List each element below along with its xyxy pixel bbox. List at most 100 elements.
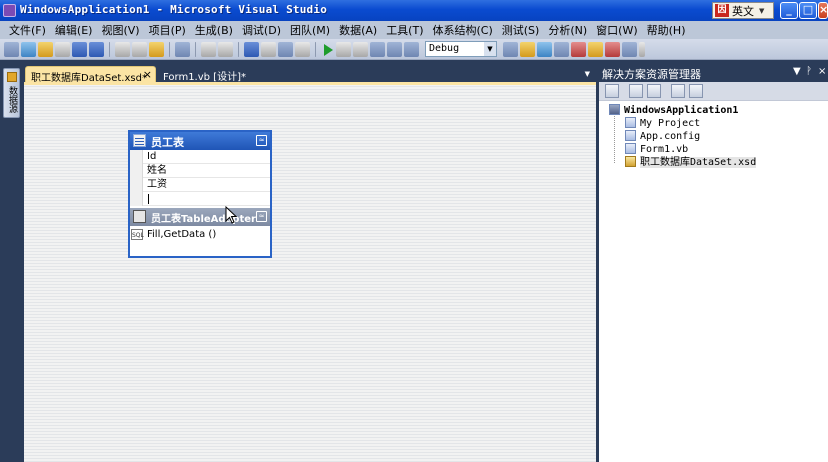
undo-icon[interactable] bbox=[244, 41, 259, 57]
toolbox-icon[interactable] bbox=[571, 41, 586, 57]
dataset-designer-surface[interactable]: 员工表 ≈ Id 姓名 工资 员工表TableAdapter ≈ SQL Fil… bbox=[24, 82, 596, 462]
vb-project-icon bbox=[609, 104, 620, 115]
solution-configuration-select[interactable]: Debug ▼ bbox=[425, 41, 497, 57]
close-tab-icon[interactable]: × bbox=[143, 68, 152, 81]
add-new-item-icon[interactable] bbox=[55, 41, 70, 57]
tree-item-dataset-xsd[interactable]: 职工数据库DataSet.xsd bbox=[625, 156, 757, 169]
open-file-icon[interactable] bbox=[38, 41, 53, 57]
step-over-icon[interactable] bbox=[387, 41, 402, 57]
document-area: 职工数据库DataSet.xsd* × Form1.vb [设计]* ▼ 员工表… bbox=[24, 64, 596, 462]
tableadapter-header[interactable]: 员工表TableAdapter ≈ bbox=[130, 208, 270, 226]
object-browser-icon[interactable] bbox=[554, 41, 569, 57]
menu-tools[interactable]: 工具(T) bbox=[383, 22, 429, 38]
close-button[interactable]: × bbox=[818, 2, 828, 19]
datatable-columns: Id 姓名 工资 bbox=[130, 150, 270, 208]
query-methods: Fill,GetData () bbox=[147, 229, 217, 240]
tab-dataset-xsd[interactable]: 职工数据库DataSet.xsd* × bbox=[25, 66, 156, 84]
copy-icon[interactable] bbox=[132, 41, 147, 57]
maximize-button[interactable]: □ bbox=[799, 2, 817, 19]
menu-help[interactable]: 帮助(H) bbox=[644, 22, 692, 38]
mouse-pointer-icon bbox=[225, 206, 237, 224]
datatable-card[interactable]: 员工表 ≈ Id 姓名 工资 员工表TableAdapter ≈ SQL Fil… bbox=[128, 130, 272, 258]
active-files-dropdown-icon[interactable]: ▼ bbox=[585, 70, 590, 78]
properties-icon[interactable] bbox=[605, 84, 619, 98]
refresh-icon[interactable] bbox=[647, 84, 661, 98]
toolbar-options-icon[interactable] bbox=[639, 41, 645, 57]
tree-item-form1[interactable]: Form1.vb bbox=[625, 143, 688, 156]
window-position-dropdown-icon[interactable]: ▼ bbox=[793, 66, 801, 77]
menu-analyze[interactable]: 分析(N) bbox=[545, 22, 593, 38]
save-all-icon[interactable] bbox=[89, 41, 104, 57]
datatable-header[interactable]: 员工表 ≈ bbox=[130, 132, 270, 150]
standard-toolbar: Debug ▼ bbox=[0, 39, 828, 60]
menu-view[interactable]: 视图(V) bbox=[98, 22, 145, 38]
left-dock-strip: 数据源 bbox=[0, 64, 23, 462]
datatable-name: 员工表 bbox=[151, 136, 184, 149]
document-tab-strip: 职工数据库DataSet.xsd* × Form1.vb [设计]* ▼ bbox=[24, 64, 596, 84]
menu-build[interactable]: 生成(B) bbox=[192, 22, 239, 38]
chevron-down-icon[interactable]: ▼ bbox=[484, 42, 496, 56]
solution-explorer-toolbar bbox=[599, 82, 828, 101]
server-explorer-icon[interactable] bbox=[588, 41, 603, 57]
toolbar-separator bbox=[315, 41, 316, 57]
tree-item-app-config[interactable]: App.config bbox=[625, 130, 700, 143]
project-node[interactable]: WindowsApplication1 bbox=[609, 104, 738, 117]
menu-project[interactable]: 项目(P) bbox=[146, 22, 192, 38]
ime-indicator[interactable]: 因 英文 ▼ bbox=[712, 2, 774, 19]
minimize-button[interactable]: _ bbox=[780, 2, 798, 19]
column-row[interactable]: 姓名 bbox=[130, 164, 270, 178]
tree-item-my-project[interactable]: My Project bbox=[625, 117, 700, 130]
toolbar-separator bbox=[109, 41, 110, 57]
start-debugging-icon[interactable] bbox=[321, 42, 334, 57]
redo-icon[interactable] bbox=[261, 41, 276, 57]
data-sources-label: 数据源 bbox=[7, 86, 17, 113]
solution-explorer-icon[interactable] bbox=[520, 41, 535, 57]
menu-data[interactable]: 数据(A) bbox=[336, 22, 383, 38]
row-selector bbox=[130, 150, 143, 164]
uncomment-icon[interactable] bbox=[218, 41, 233, 57]
dataset-file-icon bbox=[625, 156, 636, 167]
cut-icon[interactable] bbox=[115, 41, 130, 57]
save-icon[interactable] bbox=[72, 41, 87, 57]
pause-icon[interactable] bbox=[336, 41, 351, 57]
ime-dropdown-icon[interactable]: ▼ bbox=[759, 7, 764, 15]
tree-connector bbox=[614, 116, 615, 163]
properties-window-icon[interactable] bbox=[537, 41, 552, 57]
find-icon[interactable] bbox=[175, 41, 190, 57]
menu-window[interactable]: 窗口(W) bbox=[593, 22, 643, 38]
menu-file[interactable]: 文件(F) bbox=[6, 22, 52, 38]
view-code-icon[interactable] bbox=[671, 84, 685, 98]
show-all-files-icon[interactable] bbox=[629, 84, 643, 98]
view-designer-icon[interactable] bbox=[689, 84, 703, 98]
menu-team[interactable]: 团队(M) bbox=[287, 22, 336, 38]
stop-icon[interactable] bbox=[353, 41, 368, 57]
step-out-icon[interactable] bbox=[404, 41, 419, 57]
tab-form1-designer[interactable]: Form1.vb [设计]* bbox=[158, 66, 252, 83]
navigate-forward-icon[interactable] bbox=[295, 41, 310, 57]
menu-test[interactable]: 测试(S) bbox=[499, 22, 546, 38]
window-title: WindowsApplication1 - Microsoft Visual S… bbox=[20, 3, 328, 16]
configuration-value: Debug bbox=[429, 43, 460, 54]
datatable-icon bbox=[133, 134, 146, 147]
add-item-icon[interactable] bbox=[21, 41, 36, 57]
menu-edit[interactable]: 编辑(E) bbox=[52, 22, 99, 38]
navigate-backward-icon[interactable] bbox=[278, 41, 293, 57]
column-row[interactable]: Id bbox=[130, 150, 270, 164]
tableadapter-query[interactable]: SQL Fill,GetData () bbox=[130, 228, 270, 242]
collapse-icon[interactable]: ≈ bbox=[256, 211, 267, 222]
step-into-icon[interactable] bbox=[370, 41, 385, 57]
close-panel-icon[interactable]: × bbox=[818, 66, 826, 77]
column-row[interactable]: 工资 bbox=[130, 178, 270, 192]
pin-icon[interactable]: ᚹ bbox=[806, 66, 812, 77]
collapse-icon[interactable]: ≈ bbox=[256, 135, 267, 146]
start-page-icon[interactable] bbox=[622, 41, 637, 57]
extension-manager-icon[interactable] bbox=[605, 41, 620, 57]
new-column-input[interactable] bbox=[130, 192, 270, 206]
find-in-files-icon[interactable] bbox=[503, 41, 518, 57]
paste-icon[interactable] bbox=[149, 41, 164, 57]
menu-debug[interactable]: 调试(D) bbox=[239, 22, 287, 38]
menu-architecture[interactable]: 体系结构(C) bbox=[430, 22, 499, 38]
data-sources-tab[interactable]: 数据源 bbox=[3, 68, 20, 118]
comment-icon[interactable] bbox=[201, 41, 216, 57]
new-project-icon[interactable] bbox=[4, 41, 19, 57]
